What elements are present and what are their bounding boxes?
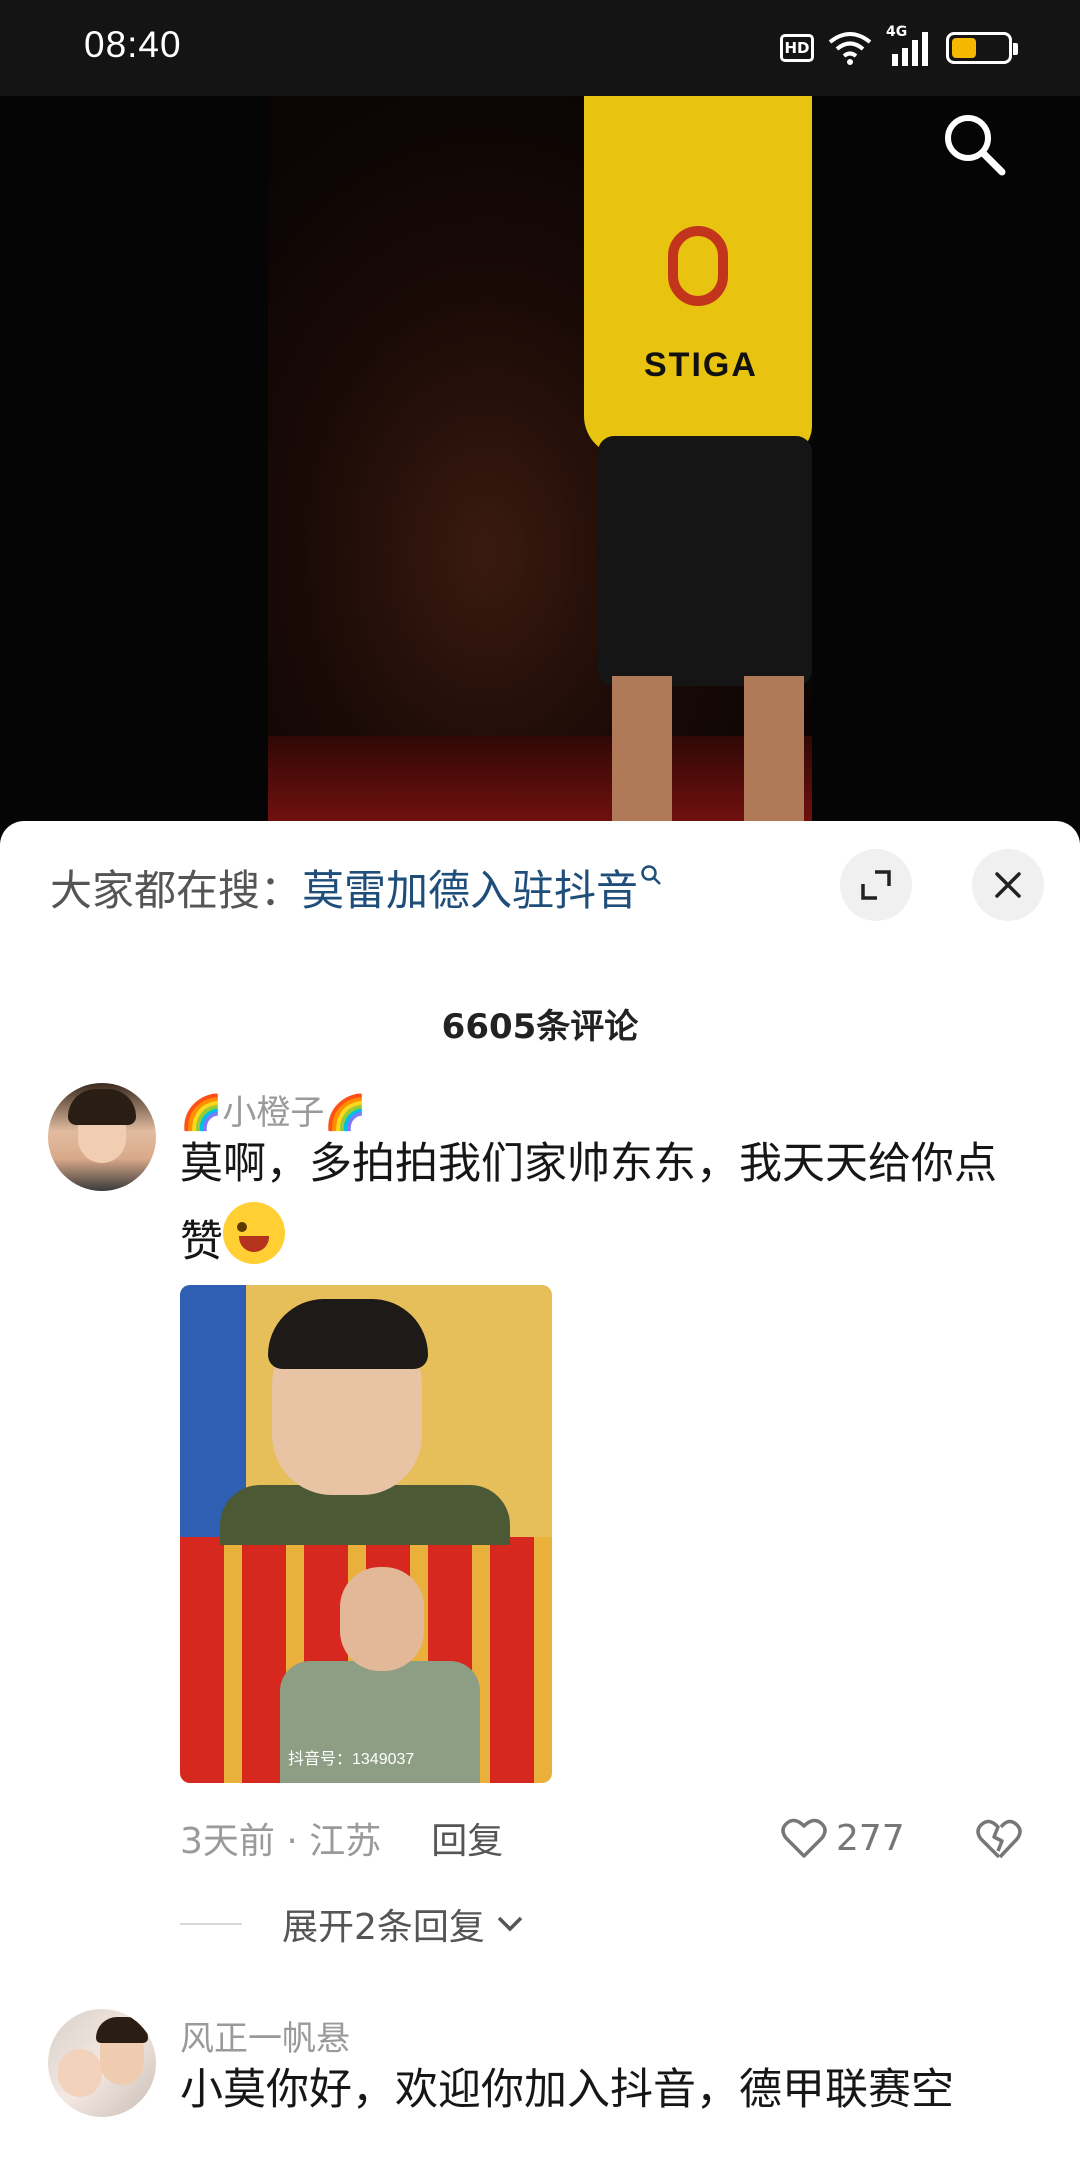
laughing-emoji-icon	[223, 1202, 285, 1264]
close-button[interactable]	[972, 849, 1044, 921]
small-search-icon	[641, 865, 661, 885]
like-button[interactable]: 277	[780, 1813, 905, 1863]
expand-replies-label: 展开2条回复	[282, 1907, 485, 1948]
shirt-number	[668, 226, 728, 306]
photo-face-bottom	[340, 1567, 424, 1671]
comment-sheet: 大家都在搜： 莫雷加德入驻抖音 6605条评论 🌈小橙子🌈 莫啊，多拍拍我们家帅…	[0, 821, 1080, 2168]
comment-image[interactable]: 抖音号：1349037	[180, 1285, 552, 1783]
network-type-label: 4G	[886, 24, 908, 40]
status-icons: HD 4G	[780, 24, 1018, 68]
comment-text-block: 小莫你好，欢迎你加入抖音，德甲联赛空	[180, 2053, 1010, 2128]
expand-icon	[861, 870, 891, 900]
comment-text: 小莫你好，欢迎你加入抖音，德甲联赛空	[180, 2065, 954, 2115]
player-shirt: STIGA	[584, 96, 812, 456]
avatar[interactable]	[48, 1083, 156, 1191]
wifi-icon	[828, 32, 872, 65]
avatar[interactable]	[48, 2009, 156, 2117]
comment-text-block: 莫啊，多拍拍我们家帅东东，我天天给你点赞	[180, 1127, 1010, 1280]
battery-icon	[946, 32, 1018, 64]
video-frame: STIGA	[268, 96, 812, 856]
divider-line	[180, 1923, 242, 1925]
comment-time-location: 3天前 · 江苏	[180, 1821, 382, 1862]
avatar-hair-adult	[96, 2017, 148, 2043]
comment-text: 莫啊，多拍拍我们家帅东东，我天天给你点赞	[180, 1139, 997, 1267]
expand-button[interactable]	[840, 849, 912, 921]
photo-watermark: 抖音号：1349037	[288, 1751, 415, 1768]
video-player[interactable]: STIGA	[0, 96, 1080, 856]
avatar-face-child	[58, 2049, 102, 2097]
hd-badge: HD	[780, 34, 814, 62]
comment-item: 🌈小橙子🌈 莫啊，多拍拍我们家帅东东，我天天给你点赞 抖音号：1349037 3…	[0, 1083, 1080, 1948]
comment-meta: 3天前 · 江苏 回复	[180, 1813, 503, 1863]
reply-button[interactable]: 回复	[431, 1812, 503, 1864]
shirt-text: STIGA	[644, 346, 758, 384]
photo-hair-top	[268, 1299, 428, 1369]
heart-icon	[781, 1818, 827, 1858]
trending-lead: 大家都在搜：	[50, 865, 303, 915]
like-count: 277	[836, 1817, 905, 1859]
player-shorts	[598, 436, 812, 686]
comment-item: 风正一帆悬 小莫你好，欢迎你加入抖音，德甲联赛空	[0, 2009, 1080, 2168]
close-icon	[995, 872, 1021, 898]
expand-replies-button[interactable]: 展开2条回复	[180, 1899, 527, 1949]
trending-keyword[interactable]: 莫雷加德入驻抖音	[302, 857, 638, 918]
chevron-down-icon	[497, 1916, 523, 1932]
status-bar: 08:40 HD 4G	[0, 0, 1080, 96]
battery-level	[952, 38, 977, 58]
status-time: 08:40	[84, 24, 182, 65]
cellular-signal-icon: 4G	[886, 24, 932, 68]
comment-count: 6605条评论	[441, 1007, 639, 1047]
avatar-hair	[68, 1089, 136, 1125]
broken-heart-icon[interactable]	[974, 1813, 1024, 1863]
search-icon[interactable]	[938, 108, 1010, 180]
trending-search-bar[interactable]: 大家都在搜： 莫雷加德入驻抖音	[50, 857, 662, 917]
